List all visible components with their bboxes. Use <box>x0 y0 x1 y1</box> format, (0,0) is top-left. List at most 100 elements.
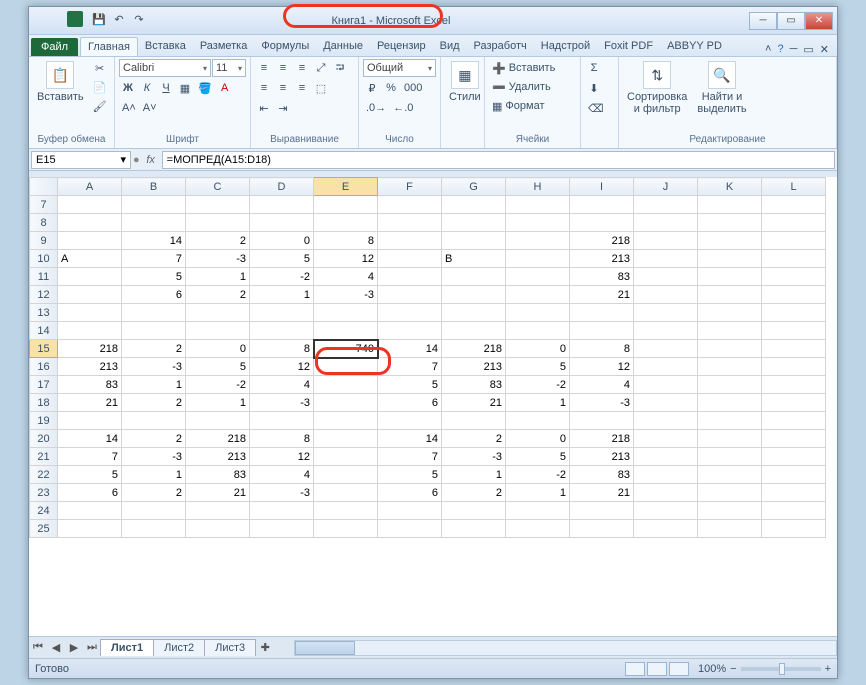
cell[interactable] <box>762 394 826 412</box>
cell[interactable] <box>506 214 570 232</box>
cell[interactable]: 1 <box>250 286 314 304</box>
cell[interactable]: 0 <box>506 340 570 358</box>
cell[interactable]: -3 <box>570 394 634 412</box>
cell[interactable] <box>122 520 186 538</box>
cell[interactable]: 8 <box>250 340 314 358</box>
col-header[interactable]: E <box>314 178 378 196</box>
file-tab[interactable]: Файл <box>31 38 78 56</box>
tab-формулы[interactable]: Формулы <box>254 37 316 56</box>
row-header[interactable]: 7 <box>30 196 58 214</box>
cell[interactable] <box>442 322 506 340</box>
cell[interactable] <box>250 322 314 340</box>
cell[interactable] <box>314 304 378 322</box>
tab-данные[interactable]: Данные <box>316 37 370 56</box>
tab-рецензир[interactable]: Рецензир <box>370 37 433 56</box>
cell[interactable]: 6 <box>122 286 186 304</box>
cell[interactable] <box>698 412 762 430</box>
cell[interactable] <box>58 412 122 430</box>
cell[interactable]: 2 <box>442 430 506 448</box>
page-layout-view-icon[interactable] <box>647 662 667 676</box>
format-cells-button[interactable]: ▦ Формат <box>489 97 576 115</box>
cell[interactable] <box>250 502 314 520</box>
cell[interactable]: 83 <box>570 268 634 286</box>
cell[interactable]: 1 <box>122 376 186 394</box>
cell[interactable]: 12 <box>250 358 314 376</box>
cell[interactable] <box>506 304 570 322</box>
bold-button[interactable]: Ж <box>119 79 137 97</box>
cell[interactable]: -3 <box>314 286 378 304</box>
tab-foxit pdf[interactable]: Foxit PDF <box>597 37 660 56</box>
cell[interactable] <box>442 268 506 286</box>
cell[interactable] <box>58 286 122 304</box>
grow-font-icon[interactable]: A˄ <box>119 99 139 117</box>
cell[interactable] <box>378 520 442 538</box>
cell[interactable]: 4 <box>250 466 314 484</box>
cell[interactable] <box>762 484 826 502</box>
cell[interactable] <box>634 448 698 466</box>
row-header[interactable]: 22 <box>30 466 58 484</box>
cell[interactable] <box>378 232 442 250</box>
minimize-ribbon-icon[interactable]: ˄ <box>765 43 771 56</box>
cell[interactable] <box>570 412 634 430</box>
cell[interactable] <box>250 304 314 322</box>
sheet-tab[interactable]: Лист3 <box>204 639 256 656</box>
cell[interactable] <box>698 484 762 502</box>
wrap-text-icon[interactable]: ⮒ <box>331 59 349 77</box>
row-header[interactable]: 10 <box>30 250 58 268</box>
cell[interactable] <box>314 520 378 538</box>
cell[interactable]: 21 <box>186 484 250 502</box>
cell[interactable] <box>762 268 826 286</box>
close-button[interactable]: ✕ <box>805 12 833 30</box>
cell[interactable]: 5 <box>250 250 314 268</box>
cell[interactable] <box>762 430 826 448</box>
cell[interactable]: 21 <box>58 394 122 412</box>
clear-icon[interactable]: ⌫ <box>585 99 607 117</box>
cell[interactable] <box>442 412 506 430</box>
cell[interactable]: 1 <box>506 484 570 502</box>
cell[interactable]: 1 <box>186 268 250 286</box>
cell[interactable] <box>314 376 378 394</box>
row-header[interactable]: 9 <box>30 232 58 250</box>
percent-icon[interactable]: % <box>382 79 400 97</box>
cell[interactable] <box>634 466 698 484</box>
cell[interactable] <box>634 376 698 394</box>
cell[interactable] <box>634 304 698 322</box>
cell[interactable] <box>570 520 634 538</box>
cell[interactable] <box>634 214 698 232</box>
cell[interactable] <box>58 214 122 232</box>
redo-icon[interactable]: ↷ <box>131 11 147 27</box>
cell[interactable] <box>186 214 250 232</box>
cell[interactable]: 218 <box>58 340 122 358</box>
cell[interactable] <box>698 358 762 376</box>
insert-cells-button[interactable]: ➕ Вставить <box>489 59 576 77</box>
tab-разметка[interactable]: Разметка <box>193 37 255 56</box>
row-header[interactable]: 19 <box>30 412 58 430</box>
tab-надстрой[interactable]: Надстрой <box>534 37 597 56</box>
cell[interactable]: 2 <box>122 394 186 412</box>
cell[interactable] <box>698 394 762 412</box>
cell[interactable]: -2 <box>250 268 314 286</box>
cell[interactable]: 21 <box>570 286 634 304</box>
col-header[interactable]: L <box>762 178 826 196</box>
cell[interactable] <box>762 196 826 214</box>
cell[interactable] <box>634 394 698 412</box>
cell[interactable] <box>698 376 762 394</box>
merge-icon[interactable]: ⬚ <box>312 79 330 97</box>
cell[interactable] <box>314 430 378 448</box>
cell[interactable]: 5 <box>58 466 122 484</box>
underline-button[interactable]: Ч <box>157 79 175 97</box>
cell[interactable]: 218 <box>186 430 250 448</box>
cell[interactable]: 4 <box>314 268 378 286</box>
cell[interactable] <box>506 250 570 268</box>
cell[interactable] <box>378 268 442 286</box>
autosum-icon[interactable]: Σ <box>585 59 603 77</box>
cell[interactable] <box>314 466 378 484</box>
cell[interactable]: 2 <box>186 286 250 304</box>
cell[interactable] <box>58 520 122 538</box>
number-format-combo[interactable]: Общий▾ <box>363 59 436 77</box>
zoom-out-icon[interactable]: − <box>730 663 736 675</box>
align-left-icon[interactable]: ≡ <box>255 79 273 97</box>
cell[interactable] <box>570 304 634 322</box>
row-header[interactable]: 24 <box>30 502 58 520</box>
cell[interactable]: 7 <box>122 250 186 268</box>
